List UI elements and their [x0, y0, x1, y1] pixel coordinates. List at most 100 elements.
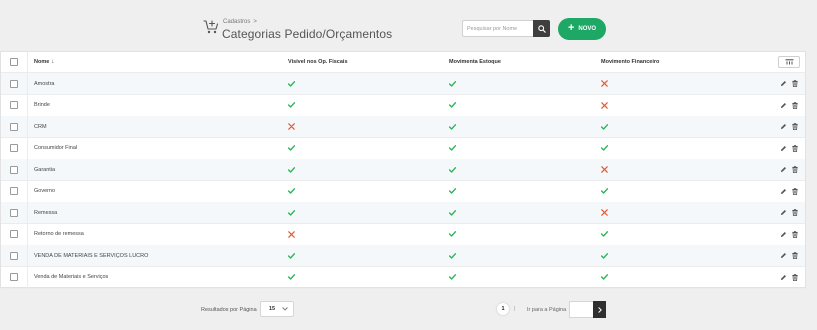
- column-header-name[interactable]: Nome ↓: [34, 52, 54, 72]
- row-checkbox[interactable]: [10, 122, 18, 131]
- row-stock-cell: [449, 181, 456, 202]
- row-name: Brinde: [34, 102, 50, 108]
- row-financial-cell: [601, 95, 608, 116]
- check-icon: [449, 145, 456, 151]
- pencil-icon[interactable]: [780, 188, 787, 195]
- pencil-icon[interactable]: [780, 123, 787, 130]
- row-checkbox[interactable]: [10, 187, 18, 195]
- table-row[interactable]: Garantia: [1, 159, 805, 181]
- per-page-label: Resultados por Página: [201, 307, 257, 313]
- row-actions: [773, 224, 805, 245]
- trash-icon[interactable]: [792, 80, 798, 87]
- row-select-cell: [1, 116, 28, 137]
- pencil-icon[interactable]: [780, 274, 787, 281]
- check-icon: [288, 80, 295, 87]
- pencil-icon[interactable]: [780, 209, 787, 216]
- row-checkbox[interactable]: [10, 230, 18, 238]
- row-stock-cell: [449, 224, 456, 245]
- columns-button[interactable]: [778, 56, 800, 68]
- row-checkbox[interactable]: [10, 165, 18, 174]
- new-button[interactable]: + NOVO: [558, 18, 606, 40]
- row-checkbox[interactable]: [10, 208, 18, 217]
- check-icon: [288, 252, 295, 259]
- cart-plus-icon: [203, 19, 219, 35]
- row-stock-cell: [449, 95, 456, 116]
- row-financial-cell: [601, 267, 608, 288]
- table-row[interactable]: Retorno de remessa: [1, 223, 805, 246]
- row-name: Governo: [34, 188, 56, 194]
- column-header-name-label: Nome: [34, 59, 50, 65]
- table-row[interactable]: Amostra: [1, 73, 805, 95]
- table-row[interactable]: Venda de Materiais e Serviços: [1, 266, 805, 289]
- trash-icon[interactable]: [792, 273, 798, 281]
- table-row[interactable]: Governo: [1, 180, 805, 203]
- goto-page-button[interactable]: [593, 301, 606, 318]
- categories-table: Nome ↓ Visível nos Op. Fiscais Movimenta…: [0, 51, 806, 289]
- row-stock-cell: [449, 73, 456, 94]
- pencil-icon[interactable]: [780, 166, 787, 173]
- cross-icon: [288, 123, 295, 130]
- trash-icon[interactable]: [792, 230, 798, 238]
- check-icon: [288, 102, 295, 108]
- pencil-icon[interactable]: [780, 252, 787, 259]
- row-stock-cell: [449, 116, 456, 137]
- trash-icon[interactable]: [792, 187, 798, 195]
- row-actions: [773, 202, 805, 223]
- row-name: Amostra: [34, 80, 55, 87]
- goto-page-input[interactable]: [569, 301, 593, 318]
- row-checkbox[interactable]: [10, 251, 18, 260]
- row-checkbox[interactable]: [10, 101, 18, 109]
- check-icon: [601, 231, 608, 237]
- row-financial-cell: [601, 245, 608, 266]
- column-header-visible: Visível nos Op. Fiscais: [288, 59, 348, 65]
- table-row[interactable]: Remessa: [1, 202, 805, 224]
- search-button[interactable]: [533, 20, 550, 37]
- row-checkbox[interactable]: [10, 144, 18, 152]
- search-box: [462, 20, 550, 37]
- trash-icon[interactable]: [792, 252, 798, 259]
- row-checkbox[interactable]: [10, 79, 18, 88]
- column-settings-cell: [773, 52, 805, 72]
- row-select-cell: [1, 180, 28, 202]
- row-visible-cell: [288, 138, 295, 159]
- pencil-icon[interactable]: [780, 102, 787, 109]
- pencil-icon[interactable]: [780, 80, 787, 87]
- chevron-down-icon: [282, 307, 288, 313]
- breadcrumb-item-cadastros[interactable]: Cadastros: [223, 19, 250, 25]
- row-name: VENDA DE MATERIAIS E SERVIÇOS LUCRO: [34, 252, 149, 259]
- trash-icon[interactable]: [792, 144, 798, 152]
- row-actions: [773, 267, 805, 288]
- per-page-select[interactable]: 15: [260, 301, 294, 317]
- table-row[interactable]: CRM: [1, 116, 805, 138]
- row-select-cell: [1, 223, 28, 245]
- row-checkbox[interactable]: [10, 273, 18, 281]
- select-all-checkbox[interactable]: [10, 58, 18, 66]
- goto-page-label: Ir para a Página: [527, 307, 567, 313]
- check-icon: [288, 274, 295, 280]
- search-input[interactable]: [462, 20, 533, 37]
- page-button-current[interactable]: 1: [497, 303, 509, 315]
- row-visible-cell: [288, 73, 295, 94]
- trash-icon[interactable]: [792, 123, 798, 130]
- row-stock-cell: [449, 267, 456, 288]
- row-visible-cell: [288, 202, 295, 223]
- trash-icon[interactable]: [792, 166, 798, 173]
- per-page-value: 15: [269, 306, 276, 312]
- table-row[interactable]: VENDA DE MATERIAIS E SERVIÇOS LUCRO: [1, 245, 805, 267]
- pencil-icon[interactable]: [780, 145, 787, 152]
- row-name: Venda de Materiais e Serviços: [34, 274, 109, 280]
- row-stock-cell: [449, 202, 456, 223]
- trash-icon[interactable]: [792, 101, 798, 109]
- page-title: Categorias Pedido/Orçamentos: [222, 27, 393, 41]
- row-name: Retorno de remessa: [34, 231, 84, 237]
- check-icon: [449, 274, 456, 280]
- check-icon: [288, 166, 295, 173]
- cross-icon: [288, 230, 295, 238]
- pencil-icon[interactable]: [780, 231, 787, 238]
- cross-icon: [601, 101, 608, 109]
- trash-icon[interactable]: [792, 209, 798, 216]
- table-row[interactable]: Consumidor Final: [1, 137, 805, 160]
- row-select-cell: [1, 202, 28, 223]
- row-financial-cell: [601, 202, 608, 223]
- table-row[interactable]: Brinde: [1, 94, 805, 117]
